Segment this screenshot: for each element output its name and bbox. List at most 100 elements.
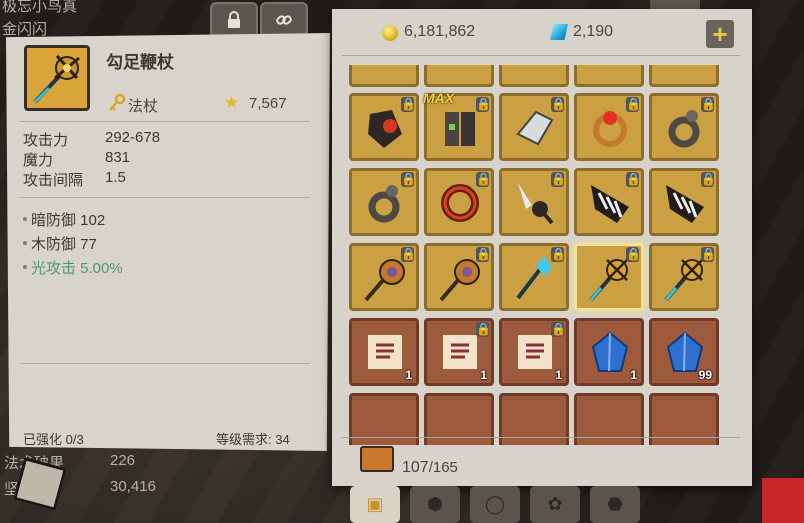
divider	[20, 363, 310, 364]
inventory-slot[interactable]: 🔒	[574, 243, 644, 311]
stat-value: 831	[105, 149, 131, 166]
ore-icon: ⬢	[427, 494, 443, 514]
inventory-slot[interactable]: 99	[649, 318, 719, 386]
inventory-slot[interactable]: 🔒	[499, 93, 569, 161]
inventory-slot[interactable]: 🔒	[499, 168, 569, 236]
divider	[342, 55, 740, 56]
inventory-grid: 🔒 🔒 MAX 🔒 🔒 🔒 🔒 🔒 🔒 🔒 🔒 🔒 🔒 🔒 🔒 🔒 1 🔒 1 🔒 1 1 99	[349, 65, 719, 445]
gem-icon	[550, 24, 568, 40]
tab-gems[interactable]: ⬣	[590, 486, 640, 523]
inventory-slot[interactable]	[574, 65, 644, 87]
divider	[20, 121, 310, 122]
inventory-slot[interactable]: 🔒 1	[424, 318, 494, 386]
corner-menu-button[interactable]	[762, 478, 804, 523]
max-badge: MAX	[423, 90, 455, 106]
item-count: 1	[555, 368, 562, 382]
lock-icon: 🔒	[626, 247, 641, 262]
inventory-slot[interactable]: 🔒	[349, 93, 419, 161]
star-icon: ★	[224, 93, 240, 112]
bullet-icon	[23, 217, 27, 222]
lock-icon: 🔒	[551, 322, 566, 337]
inventory-slot[interactable]	[499, 65, 569, 87]
inventory-slot[interactable]: 🔒	[424, 243, 494, 311]
level-requirement: 等级需求: 34	[216, 432, 290, 447]
item-tooltip: 勾足鞭杖 法杖 ★ 7,567 攻击力 292-678 魔力 831 攻击间隔 …	[6, 33, 330, 451]
inventory-slot[interactable]	[349, 65, 419, 87]
lock-icon: 🔒	[401, 97, 416, 112]
lock-icon: 🔒	[701, 97, 716, 112]
staff-icon	[33, 54, 80, 104]
inventory-slot[interactable]: 🔒	[574, 168, 644, 236]
background-stat-value: 30,416	[110, 478, 156, 495]
gold-amount: 6,181,862	[404, 23, 476, 40]
tab-pouches[interactable]: ◯	[470, 486, 520, 523]
lock-icon: 🔒	[626, 172, 641, 187]
lock-icon: 🔒	[401, 247, 416, 262]
inventory-slot[interactable]: 🔒	[649, 243, 719, 311]
lock-icon: 🔒	[701, 247, 716, 262]
bonus-stat: 光攻击 5.00%	[23, 257, 123, 278]
inventory-slot[interactable]: 🔒	[649, 168, 719, 236]
lock-icon: 🔒	[476, 172, 491, 187]
inventory-slot[interactable]: 1	[574, 318, 644, 386]
divider	[20, 197, 310, 198]
gem-amount: 2,190	[573, 23, 614, 40]
lock-icon: 🔒	[476, 247, 491, 262]
bonus-text: 光攻击 5.00%	[31, 260, 123, 277]
inventory-slot[interactable]	[649, 65, 719, 87]
inventory-slot[interactable]: 🔒	[349, 168, 419, 236]
bonus-stat: 木防御 77	[23, 233, 97, 254]
inventory-slot[interactable]: 🔒	[349, 243, 419, 311]
item-power: 7,567	[249, 95, 287, 112]
lock-icon: 🔒	[701, 172, 716, 187]
bonus-text: 暗防御 102	[31, 212, 106, 229]
stat-value: 292-678	[105, 129, 161, 146]
background-text: 金闪闪	[2, 21, 48, 38]
link-icon	[276, 15, 292, 25]
inventory-panel: 6,181,862 2,190 + 🔒 🔒 MAX 🔒 🔒 🔒 🔒 🔒 🔒 🔒 🔒 🔒 🔒 🔒 🔒 🔒 1 🔒 1 🔒…	[332, 9, 752, 486]
inventory-slot[interactable]	[424, 65, 494, 87]
key-icon	[108, 93, 126, 117]
stat-name: 魔力	[23, 152, 54, 169]
lock-button[interactable]	[210, 2, 258, 38]
lock-icon: 🔒	[551, 172, 566, 187]
background-stat-value: 226	[110, 452, 136, 469]
pouch-icon: ◯	[484, 494, 506, 514]
gold-coin-icon	[382, 25, 398, 41]
gem-tab-icon: ⬣	[607, 494, 623, 514]
tab-herbs[interactable]: ✿	[530, 486, 580, 523]
lock-icon: 🔒	[476, 322, 491, 337]
tab-equipment[interactable]: ▣	[350, 486, 400, 523]
stat-value: 1.5	[105, 169, 126, 186]
inventory-slot[interactable]: 🔒 MAX	[423, 90, 494, 161]
inventory-slot[interactable]: 1	[349, 318, 419, 386]
add-currency-button[interactable]: +	[706, 19, 734, 49]
inventory-slot[interactable]: 🔒	[499, 243, 569, 311]
link-button[interactable]	[260, 2, 308, 38]
inventory-slot[interactable]: 🔒	[574, 93, 644, 161]
bonus-text: 木防御 77	[31, 236, 97, 253]
stat-name: 攻击力	[23, 132, 69, 149]
inventory-slot[interactable]: 🔒 1	[499, 318, 569, 386]
inventory-slot[interactable]: 🔒	[649, 93, 719, 161]
bullet-icon	[23, 265, 27, 270]
toolbox-icon: ▣	[366, 494, 384, 514]
leaf-icon: ✿	[547, 494, 563, 514]
item-icon	[24, 45, 90, 111]
bullet-icon	[23, 241, 27, 246]
lock-icon	[228, 11, 240, 28]
item-count: 1	[480, 368, 487, 382]
lock-icon: 🔒	[476, 97, 491, 112]
stat-name: 攻击间隔	[23, 172, 84, 189]
item-title: 勾足鞭杖	[106, 53, 174, 72]
chest-icon	[360, 446, 394, 472]
lock-icon: 🔒	[551, 97, 566, 112]
lock-icon: 🔒	[551, 247, 566, 262]
capacity-used: 107	[402, 459, 429, 476]
enhance-status: 已强化 0/3	[23, 432, 84, 447]
tab-materials[interactable]: ⬢	[410, 486, 460, 523]
item-count: 1	[405, 368, 412, 382]
lock-icon: 🔒	[626, 97, 641, 112]
inventory-slot[interactable]: 🔒	[424, 168, 494, 236]
item-count: 99	[698, 368, 712, 382]
